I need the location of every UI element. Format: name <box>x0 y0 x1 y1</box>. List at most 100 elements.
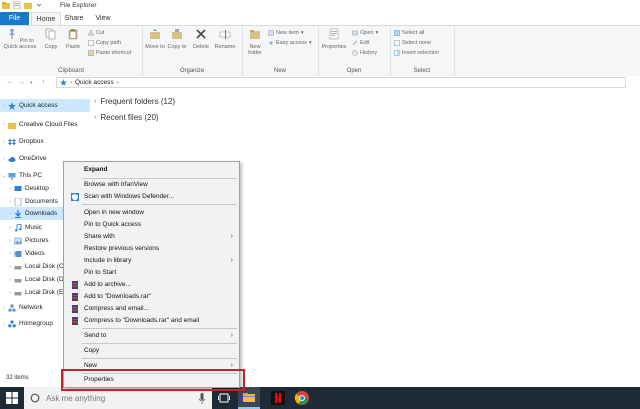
winrar-icon <box>72 293 78 301</box>
chevron-down-icon[interactable]: ▾ <box>30 80 33 86</box>
download-icon <box>15 209 21 218</box>
pin-to-quick-access-button[interactable]: Pin to Quick access <box>2 28 38 50</box>
menu-item-label: Pin to Start <box>84 269 117 276</box>
open-label: Open <box>360 30 374 36</box>
microphone-icon[interactable] <box>194 390 210 406</box>
menu-item-pin-start[interactable]: Pin to Start <box>64 267 239 279</box>
open-button[interactable]: Open ▾ <box>352 30 378 36</box>
delete-icon <box>196 29 206 39</box>
copy-path-icon <box>88 40 94 46</box>
chevron-right-icon: › <box>230 233 233 240</box>
recent-files-section[interactable]: › Recent files (20) <box>94 113 159 122</box>
nav-item-dropbox[interactable]: › Dropbox <box>0 135 90 148</box>
netflix-icon[interactable] <box>270 390 286 406</box>
tab-home[interactable]: Home <box>31 12 61 26</box>
new-item-button[interactable]: New item ▾ <box>268 30 304 36</box>
select-group: Select all Select none Invert selection … <box>390 26 455 76</box>
properties-button[interactable]: Properties <box>320 28 348 50</box>
scissors-icon <box>88 30 94 36</box>
windows-start-icon[interactable] <box>6 392 18 404</box>
menu-item-add-archive[interactable]: Add to archive... <box>64 279 239 291</box>
menu-item-include-library[interactable]: Include in library › <box>64 255 239 267</box>
delete-button[interactable]: Delete <box>190 28 212 50</box>
invert-selection-button[interactable]: Invert selection <box>394 50 439 56</box>
copy-path-button[interactable]: Copy path <box>88 40 121 46</box>
back-icon[interactable]: ← <box>6 79 13 86</box>
menu-item-label: Send to <box>84 332 107 339</box>
tab-file[interactable]: File <box>0 12 29 25</box>
history-button[interactable]: History <box>352 50 377 56</box>
copy-icon <box>45 28 56 40</box>
context-menu: Expand Browse with IrfanView Scan with W… <box>63 161 240 388</box>
cut-button[interactable]: Cut <box>88 30 105 36</box>
easy-access-button[interactable]: Easy access ▾ <box>268 40 312 46</box>
task-view-icon[interactable] <box>216 390 232 406</box>
menu-item-compress-rar-email[interactable]: Compress to "Downloads.rar" and email <box>64 315 239 327</box>
menu-item-expand[interactable]: Expand <box>64 164 239 176</box>
new-item-icon <box>268 30 274 36</box>
menu-item-share-with[interactable]: Share with › <box>64 231 239 243</box>
select-none-icon <box>394 40 400 46</box>
up-icon[interactable]: ↑ <box>42 79 46 86</box>
menu-item-copy[interactable]: Copy <box>64 345 239 357</box>
history-icon <box>352 50 358 56</box>
menu-item-scan-defender[interactable]: Scan with Windows Defender... <box>64 191 239 203</box>
paste-button[interactable]: Paste <box>62 28 84 50</box>
menu-item-add-downloads-rar[interactable]: Add to "Downloads.rar" <box>64 291 239 303</box>
address-bar[interactable]: › Quick access › <box>56 77 626 88</box>
nav-item-creative-cloud[interactable]: › Creative Cloud Files <box>0 118 90 131</box>
menu-item-label: Expand <box>84 166 108 173</box>
nav-item-label: Local Disk (C <box>25 263 64 270</box>
menu-item-browse-irfanview[interactable]: Browse with IrfanView <box>64 179 239 191</box>
chrome-icon[interactable] <box>294 390 310 406</box>
move-to-icon <box>150 29 160 39</box>
desktop-icon <box>14 185 22 191</box>
edit-button[interactable]: Edit <box>352 40 369 46</box>
frequent-folders-section[interactable]: › Frequent folders (12) <box>94 97 175 106</box>
chevron-right-icon: › <box>9 210 11 217</box>
picture-icon <box>14 237 22 244</box>
select-all-icon <box>394 30 400 36</box>
cortana-icon <box>30 393 40 403</box>
menu-item-label: Pin to Quick access <box>84 221 142 228</box>
paste-shortcut-button[interactable]: Paste shortcut <box>88 50 131 56</box>
highlight-box <box>61 369 245 391</box>
new-label: New <box>273 68 286 74</box>
menu-separator <box>82 328 237 329</box>
clipboard-group: Pin to Quick access Copy Paste Cut Copy … <box>0 26 143 76</box>
organize-label: Organize <box>179 68 205 74</box>
invert-selection-label: Invert selection <box>402 50 439 56</box>
nav-item-quick-access[interactable]: › Quick access <box>0 99 90 112</box>
select-none-button[interactable]: Select none <box>394 40 431 46</box>
address-bar-row: ← → ▾ ↑ › Quick access › <box>0 76 640 90</box>
chevron-down-icon: ⌄ <box>1 172 7 179</box>
forward-icon[interactable]: → <box>18 79 25 86</box>
menu-item-pin-quick-access[interactable]: Pin to Quick access <box>64 219 239 231</box>
new-folder-icon[interactable] <box>24 1 32 9</box>
menu-item-compress-email[interactable]: Compress and email... <box>64 303 239 315</box>
tab-share[interactable]: Share <box>62 12 86 25</box>
tab-view[interactable]: View <box>92 12 114 25</box>
select-all-button[interactable]: Select all <box>394 30 424 36</box>
chevron-down-icon[interactable] <box>35 1 43 9</box>
copy-to-button[interactable]: Copy to <box>166 28 188 50</box>
copy-to-label: Copy to <box>167 44 187 50</box>
new-folder-button[interactable]: New folder <box>244 28 266 56</box>
nav-item-label: Homegroup <box>19 320 53 327</box>
nav-item-label: Music <box>25 224 42 231</box>
rename-button[interactable]: Rename <box>214 28 236 50</box>
properties-icon[interactable] <box>13 1 21 9</box>
nav-item-label: Network <box>19 304 43 311</box>
copy-button[interactable]: Copy <box>40 28 62 50</box>
chevron-right-icon: › <box>230 257 233 264</box>
chevron-right-icon: › <box>116 79 119 86</box>
star-icon <box>60 79 67 86</box>
move-to-button[interactable]: Move to <box>144 28 166 50</box>
shield-icon <box>71 193 79 201</box>
menu-item-send-to[interactable]: Send to › <box>64 330 239 342</box>
chevron-right-icon: › <box>3 102 5 109</box>
menu-item-open-new-window[interactable]: Open in new window <box>64 207 239 219</box>
folder-icon <box>8 122 16 129</box>
menu-item-restore-versions[interactable]: Restore previous versions <box>64 243 239 255</box>
network-icon <box>8 304 16 311</box>
